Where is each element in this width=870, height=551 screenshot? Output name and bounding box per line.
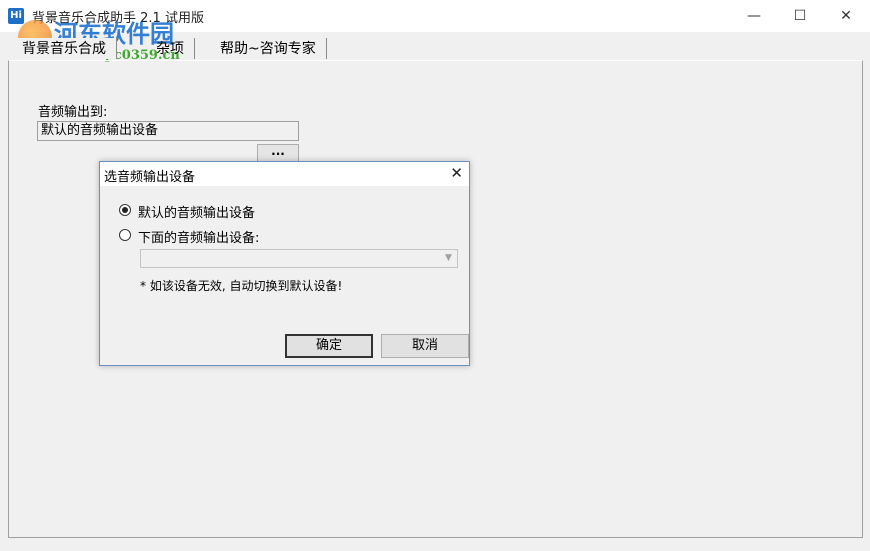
minimize-button[interactable]: — — [731, 0, 777, 32]
maximize-button[interactable]: ☐ — [777, 0, 823, 32]
fallback-note: * 如该设备无效, 自动切换到默认设备! — [140, 279, 343, 293]
tab-strip: 背景音乐合成 杂项 帮助~咨询专家 — [8, 38, 864, 60]
title-bar: Hi 背景音乐合成助手 2.1 试用版 — ☐ ✕ — [0, 0, 870, 32]
output-label: 音频输出到: — [38, 105, 108, 120]
radio-custom-label[interactable]: 下面的音频输出设备: — [138, 227, 259, 246]
window-title: 背景音乐合成助手 2.1 试用版 — [32, 11, 204, 26]
dialog-title: 选音频输出设备 — [104, 170, 196, 185]
dialog-close-icon[interactable]: ✕ — [450, 164, 463, 182]
app-icon: Hi — [8, 8, 24, 24]
radio-default-label[interactable]: 默认的音频输出设备 — [138, 202, 255, 221]
tab-help[interactable]: 帮助~咨询专家 — [210, 38, 327, 59]
device-select[interactable]: ▼ — [140, 249, 458, 268]
dialog-title-bar: 选音频输出设备 ✕ — [100, 162, 469, 186]
tab-background-music[interactable]: 背景音乐合成 — [12, 38, 117, 59]
cancel-button[interactable]: 取消 — [381, 334, 469, 358]
radio-custom-device[interactable] — [119, 229, 131, 241]
chevron-down-icon[interactable]: ▼ — [442, 252, 455, 265]
ok-button[interactable]: 确定 — [285, 334, 373, 358]
browse-button[interactable]: ... — [257, 144, 299, 162]
output-device-field: 默认的音频输出设备 — [37, 121, 299, 141]
radio-default-device[interactable] — [119, 204, 131, 216]
close-button[interactable]: ✕ — [823, 0, 869, 32]
tab-misc[interactable]: 杂项 — [146, 38, 195, 59]
